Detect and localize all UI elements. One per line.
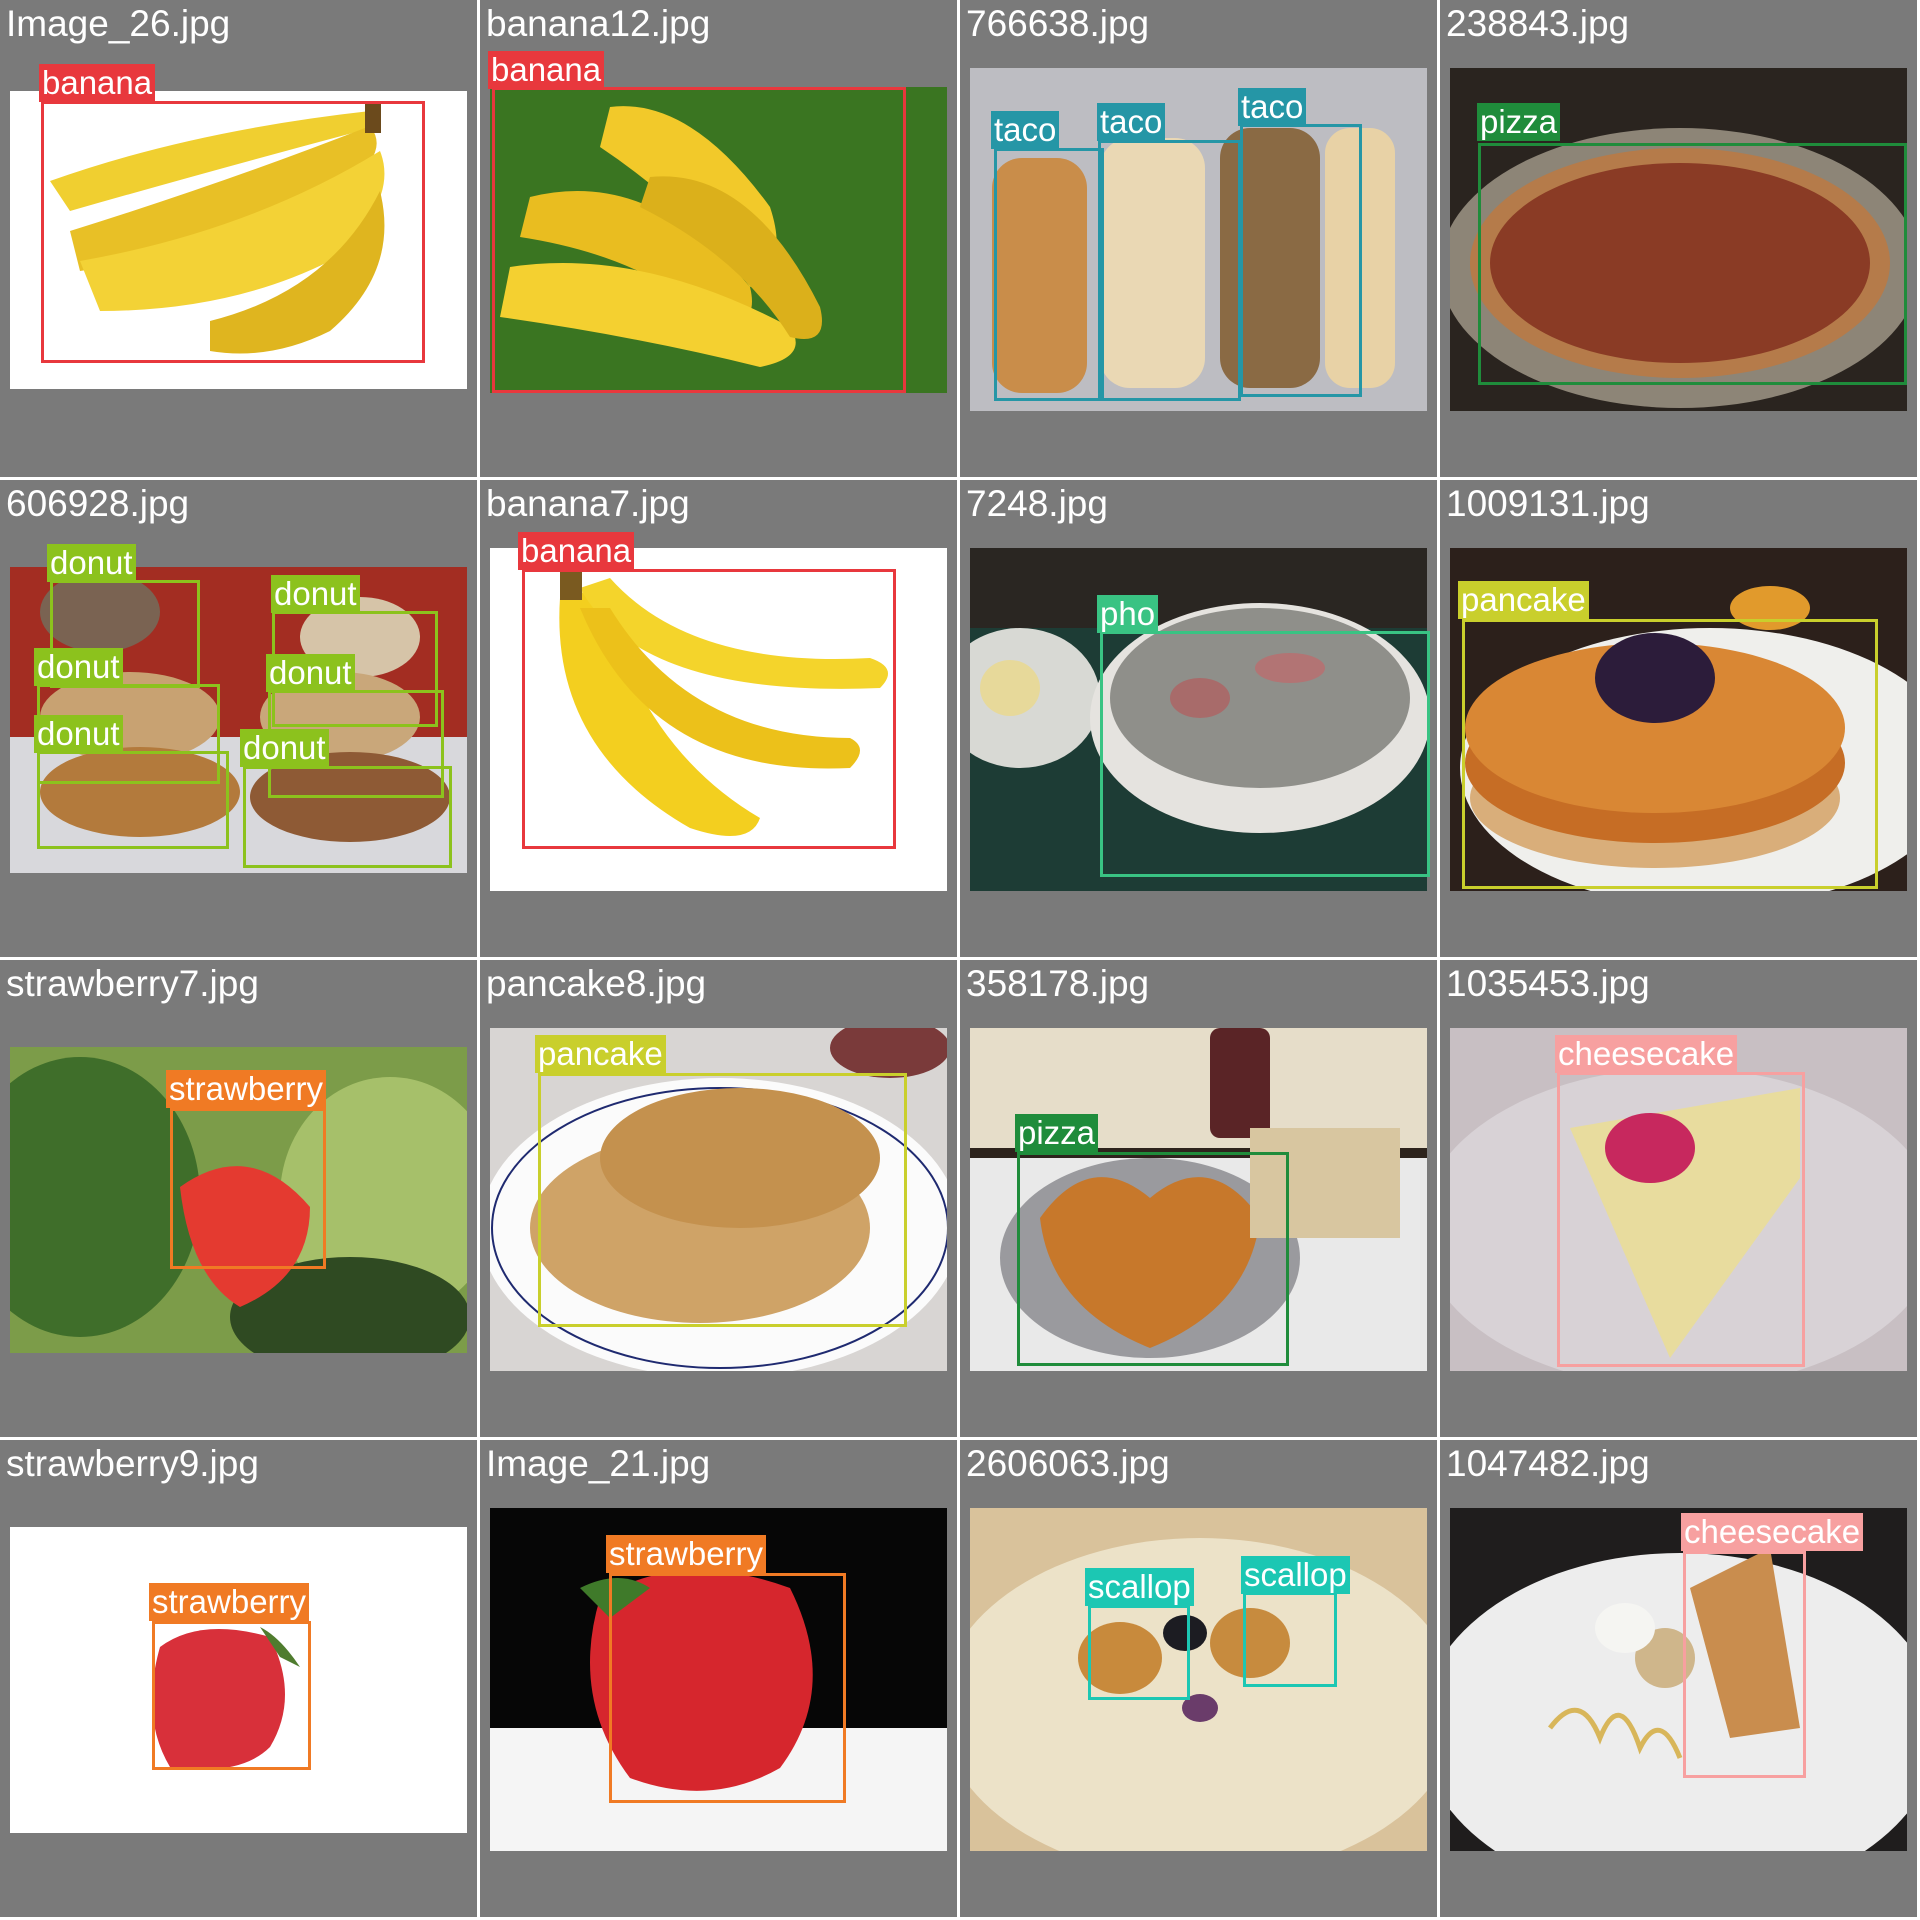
bbox-label-strawberry: strawberry bbox=[166, 1070, 327, 1108]
bbox-cheesecake bbox=[1557, 1072, 1805, 1367]
bbox-label-cheesecake: cheesecake bbox=[1555, 1035, 1738, 1073]
detection-mosaic: Image_26.jpg banana banana12.jpg banana … bbox=[0, 0, 1920, 1920]
tile-1047482: 1047482.jpg cheesecake bbox=[1440, 1440, 1920, 1920]
tile-filename: banana12.jpg bbox=[486, 3, 711, 44]
bbox-label-banana: banana bbox=[488, 51, 605, 89]
bbox-label-strawberry: strawberry bbox=[149, 1583, 310, 1621]
tile-filename: Image_26.jpg bbox=[6, 3, 231, 44]
tile-1009131: 1009131.jpg pancake bbox=[1440, 480, 1920, 960]
bbox-scallop bbox=[1088, 1605, 1190, 1700]
tile-filename: 2606063.jpg bbox=[966, 1443, 1170, 1484]
bbox-pizza bbox=[1478, 143, 1907, 385]
bbox-cheesecake bbox=[1683, 1551, 1806, 1778]
bbox-scallop bbox=[1243, 1592, 1337, 1687]
bbox-pancake bbox=[1462, 619, 1878, 889]
bbox-pho bbox=[1100, 631, 1430, 877]
bbox-label-banana: banana bbox=[518, 532, 635, 570]
bbox-strawberry bbox=[609, 1573, 846, 1803]
tile-filename: banana7.jpg bbox=[486, 483, 690, 524]
tile-image-26: Image_26.jpg banana bbox=[0, 0, 480, 480]
bbox-label-taco: taco bbox=[1238, 88, 1307, 126]
tile-filename: 1035453.jpg bbox=[1446, 963, 1650, 1004]
bbox-label-banana: banana bbox=[39, 64, 156, 102]
tile-filename: 358178.jpg bbox=[966, 963, 1150, 1004]
photo-scallops bbox=[970, 1508, 1427, 1851]
tile-strawberry7: strawberry7.jpg strawberry bbox=[0, 960, 480, 1440]
bbox-label-pizza: pizza bbox=[1477, 103, 1561, 141]
bbox-label-pizza: pizza bbox=[1015, 1114, 1099, 1152]
bbox-label-donut: donut bbox=[34, 648, 123, 686]
bbox-banana bbox=[41, 101, 425, 363]
tile-filename: strawberry7.jpg bbox=[6, 963, 259, 1004]
bbox-taco bbox=[1240, 124, 1362, 397]
bbox-label-donut: donut bbox=[266, 654, 355, 692]
tile-606928: 606928.jpg donut donut donut donut donut… bbox=[0, 480, 480, 960]
tile-strawberry9: strawberry9.jpg strawberry bbox=[0, 1440, 480, 1920]
tile-banana7: banana7.jpg banana bbox=[480, 480, 960, 960]
bbox-label-donut: donut bbox=[271, 575, 360, 613]
bbox-label-scallop: scallop bbox=[1085, 1568, 1194, 1606]
bbox-label-donut: donut bbox=[240, 729, 329, 767]
bbox-label-taco: taco bbox=[991, 111, 1060, 149]
tile-filename: 238843.jpg bbox=[1446, 3, 1630, 44]
bbox-donut bbox=[37, 751, 229, 849]
tile-filename: 1009131.jpg bbox=[1446, 483, 1650, 524]
photo-cheesecake-plate bbox=[1450, 1508, 1907, 1851]
tile-pancake8: pancake8.jpg pancake bbox=[480, 960, 960, 1440]
tile-filename: 7248.jpg bbox=[966, 483, 1108, 524]
tile-filename: strawberry9.jpg bbox=[6, 1443, 259, 1484]
bbox-label-pancake: pancake bbox=[1458, 581, 1589, 619]
bbox-label-cheesecake: cheesecake bbox=[1681, 1513, 1864, 1551]
bbox-pizza bbox=[1017, 1152, 1289, 1366]
tile-358178: 358178.jpg pizza bbox=[960, 960, 1440, 1440]
bbox-strawberry bbox=[152, 1621, 311, 1770]
tile-image-21: Image_21.jpg strawberry bbox=[480, 1440, 960, 1920]
tile-2606063: 2606063.jpg scallop scallop bbox=[960, 1440, 1440, 1920]
tile-766638: 766638.jpg taco taco taco bbox=[960, 0, 1440, 480]
bbox-taco bbox=[1098, 140, 1241, 401]
bbox-label-donut: donut bbox=[34, 715, 123, 753]
bbox-banana bbox=[522, 569, 896, 849]
tile-filename: pancake8.jpg bbox=[486, 963, 707, 1004]
bbox-label-donut: donut bbox=[47, 544, 136, 582]
bbox-donut bbox=[243, 766, 452, 868]
tile-filename: 1047482.jpg bbox=[1446, 1443, 1650, 1484]
bbox-taco bbox=[994, 148, 1104, 401]
cheesecake-plate-illustration bbox=[1450, 1508, 1907, 1851]
tile-banana12: banana12.jpg banana bbox=[480, 0, 960, 480]
bbox-label-taco: taco bbox=[1097, 103, 1166, 141]
bbox-strawberry bbox=[170, 1108, 326, 1269]
tile-238843: 238843.jpg pizza bbox=[1440, 0, 1920, 480]
tile-filename: 766638.jpg bbox=[966, 3, 1150, 44]
tile-filename: Image_21.jpg bbox=[486, 1443, 711, 1484]
tile-1035453: 1035453.jpg cheesecake bbox=[1440, 960, 1920, 1440]
bbox-label-strawberry: strawberry bbox=[606, 1535, 767, 1573]
bbox-label-pho: pho bbox=[1097, 595, 1159, 633]
bbox-banana bbox=[492, 87, 906, 393]
bbox-label-pancake: pancake bbox=[535, 1035, 666, 1073]
bbox-pancake bbox=[538, 1073, 907, 1327]
scallops-illustration bbox=[970, 1508, 1427, 1851]
bbox-label-scallop: scallop bbox=[1241, 1556, 1350, 1594]
tile-filename: 606928.jpg bbox=[6, 483, 190, 524]
tile-7248: 7248.jpg pho bbox=[960, 480, 1440, 960]
